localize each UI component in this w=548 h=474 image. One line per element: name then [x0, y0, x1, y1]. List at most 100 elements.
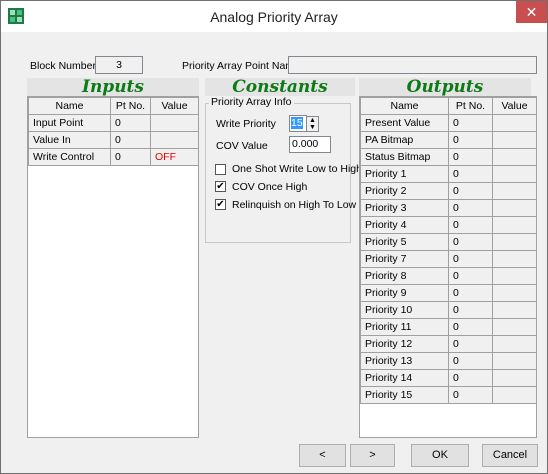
table-row[interactable]: Write Control 0 OFF: [28, 148, 198, 166]
relinquish-label[interactable]: Relinquish on High To Low: [232, 199, 356, 211]
cell-value: [150, 131, 198, 149]
spin-down-icon[interactable]: ▼: [307, 124, 318, 131]
cell-name: Priority 5: [360, 233, 449, 251]
cell-pt[interactable]: 0: [448, 114, 493, 132]
ok-button[interactable]: OK: [411, 444, 469, 467]
cell-pt[interactable]: 0: [110, 148, 151, 166]
cell-pt[interactable]: 0: [448, 267, 493, 285]
cov-value-input[interactable]: 0.000: [289, 136, 331, 153]
write-priority-value: 15: [291, 117, 303, 129]
cell-name: Priority 13: [360, 352, 449, 370]
title-bar[interactable]: Analog Priority Array ✕: [1, 1, 547, 32]
table-row[interactable]: Priority 12 0: [360, 335, 536, 353]
table-row[interactable]: Priority 70: [360, 250, 536, 268]
cell-name: Priority 7: [360, 250, 449, 268]
write-priority-spinner[interactable]: ▲ ▼: [306, 116, 319, 132]
cell-value: [492, 233, 536, 251]
table-row[interactable]: Priority 20: [360, 182, 536, 200]
col-header-pt[interactable]: Pt No.: [110, 97, 151, 115]
col-header-name[interactable]: Name: [360, 97, 449, 115]
cell-name: Priority 12: [360, 335, 449, 353]
table-row[interactable]: Priority 50: [360, 233, 536, 251]
table-row[interactable]: Priority 14 0: [360, 369, 536, 387]
prev-button[interactable]: <: [299, 444, 346, 467]
cell-value: [492, 199, 536, 217]
cell-name: Write Control: [28, 148, 111, 166]
cell-value: [492, 284, 536, 302]
table-row[interactable]: Priority 13 0: [360, 352, 536, 370]
cell-pt[interactable]: 0: [448, 301, 493, 319]
cell-value: [492, 165, 536, 183]
table-row[interactable]: Priority 15 0: [360, 386, 536, 404]
cell-name: Priority 14: [360, 369, 449, 387]
cell-value: [492, 216, 536, 234]
cell-pt[interactable]: 0: [448, 352, 493, 370]
cell-name: Priority 15: [360, 386, 449, 404]
cell-pt[interactable]: 0: [448, 318, 493, 336]
cell-value: [492, 131, 536, 149]
table-row[interactable]: Priority 80: [360, 267, 536, 285]
next-button[interactable]: >: [350, 444, 395, 467]
col-header-name[interactable]: Name: [28, 97, 111, 115]
spin-up-icon[interactable]: ▲: [307, 117, 318, 124]
table-row[interactable]: Priority 10: [360, 165, 536, 183]
cell-pt[interactable]: 0: [110, 114, 151, 132]
cov-once-high-checkbox[interactable]: ✔: [215, 181, 226, 192]
one-shot-checkbox[interactable]: [215, 164, 226, 175]
cell-pt[interactable]: 0: [448, 199, 493, 217]
close-icon: ✕: [525, 4, 538, 20]
cell-pt[interactable]: 0: [448, 250, 493, 268]
cell-name: Present Value: [360, 114, 449, 132]
table-row[interactable]: PA Bitmap 0: [360, 131, 536, 149]
col-header-value[interactable]: Value: [150, 97, 198, 115]
write-priority-input[interactable]: 15: [289, 115, 307, 132]
window-title: Analog Priority Array: [210, 9, 338, 25]
outputs-panel: Name Pt No. Value Present Value 0 PA Bitm…: [359, 96, 537, 438]
col-header-pt[interactable]: Pt No.: [448, 97, 493, 115]
cell-pt[interactable]: 0: [448, 335, 493, 353]
cell-name: PA Bitmap: [360, 131, 449, 149]
cell-pt[interactable]: 0: [448, 165, 493, 183]
col-header-value[interactable]: Value: [492, 97, 536, 115]
table-row[interactable]: Priority 90: [360, 284, 536, 302]
cell-pt[interactable]: 0: [448, 386, 493, 404]
table-row[interactable]: Input Point 0: [28, 114, 198, 132]
pa-point-name-field[interactable]: [288, 56, 537, 74]
cell-value-off: OFF: [150, 148, 198, 166]
cell-pt[interactable]: 0: [110, 131, 151, 149]
cancel-button[interactable]: Cancel: [482, 444, 538, 467]
cell-name: Priority 8: [360, 267, 449, 285]
cell-name: Priority 2: [360, 182, 449, 200]
cell-pt[interactable]: 0: [448, 216, 493, 234]
table-row[interactable]: Value In 0: [28, 131, 198, 149]
relinquish-checkbox[interactable]: ✔: [215, 199, 226, 210]
table-row[interactable]: Priority 30: [360, 199, 536, 217]
cell-name: Priority 11: [360, 318, 449, 336]
table-row[interactable]: Priority 40: [360, 216, 536, 234]
cell-pt[interactable]: 0: [448, 284, 493, 302]
cell-value: [492, 148, 536, 166]
cell-value: [492, 318, 536, 336]
table-row[interactable]: Priority 10 0: [360, 301, 536, 319]
dialog-window: Analog Priority Array ✕ Block Number: 3 …: [0, 0, 548, 474]
cell-pt[interactable]: 0: [448, 182, 493, 200]
table-row[interactable]: Status Bitmap 0: [360, 148, 536, 166]
cell-value: [492, 386, 536, 404]
cell-value: [492, 250, 536, 268]
table-row[interactable]: Priority 11 0: [360, 318, 536, 336]
cell-pt[interactable]: 0: [448, 233, 493, 251]
cell-pt[interactable]: 0: [448, 148, 493, 166]
inputs-panel: Name Pt No. Value Input Point 0 Value In…: [27, 96, 199, 438]
cell-value: [492, 335, 536, 353]
cell-value: [492, 267, 536, 285]
cell-value: [492, 182, 536, 200]
table-row[interactable]: Present Value 0: [360, 114, 536, 132]
cov-once-high-label[interactable]: COV Once High: [232, 181, 307, 193]
cell-pt[interactable]: 0: [448, 131, 493, 149]
cell-pt[interactable]: 0: [448, 369, 493, 387]
close-button[interactable]: ✕: [516, 1, 547, 23]
cell-name: Input Point: [28, 114, 111, 132]
cell-value: [492, 114, 536, 132]
cell-value: [492, 301, 536, 319]
one-shot-label[interactable]: One Shot Write Low to High: [232, 163, 362, 175]
